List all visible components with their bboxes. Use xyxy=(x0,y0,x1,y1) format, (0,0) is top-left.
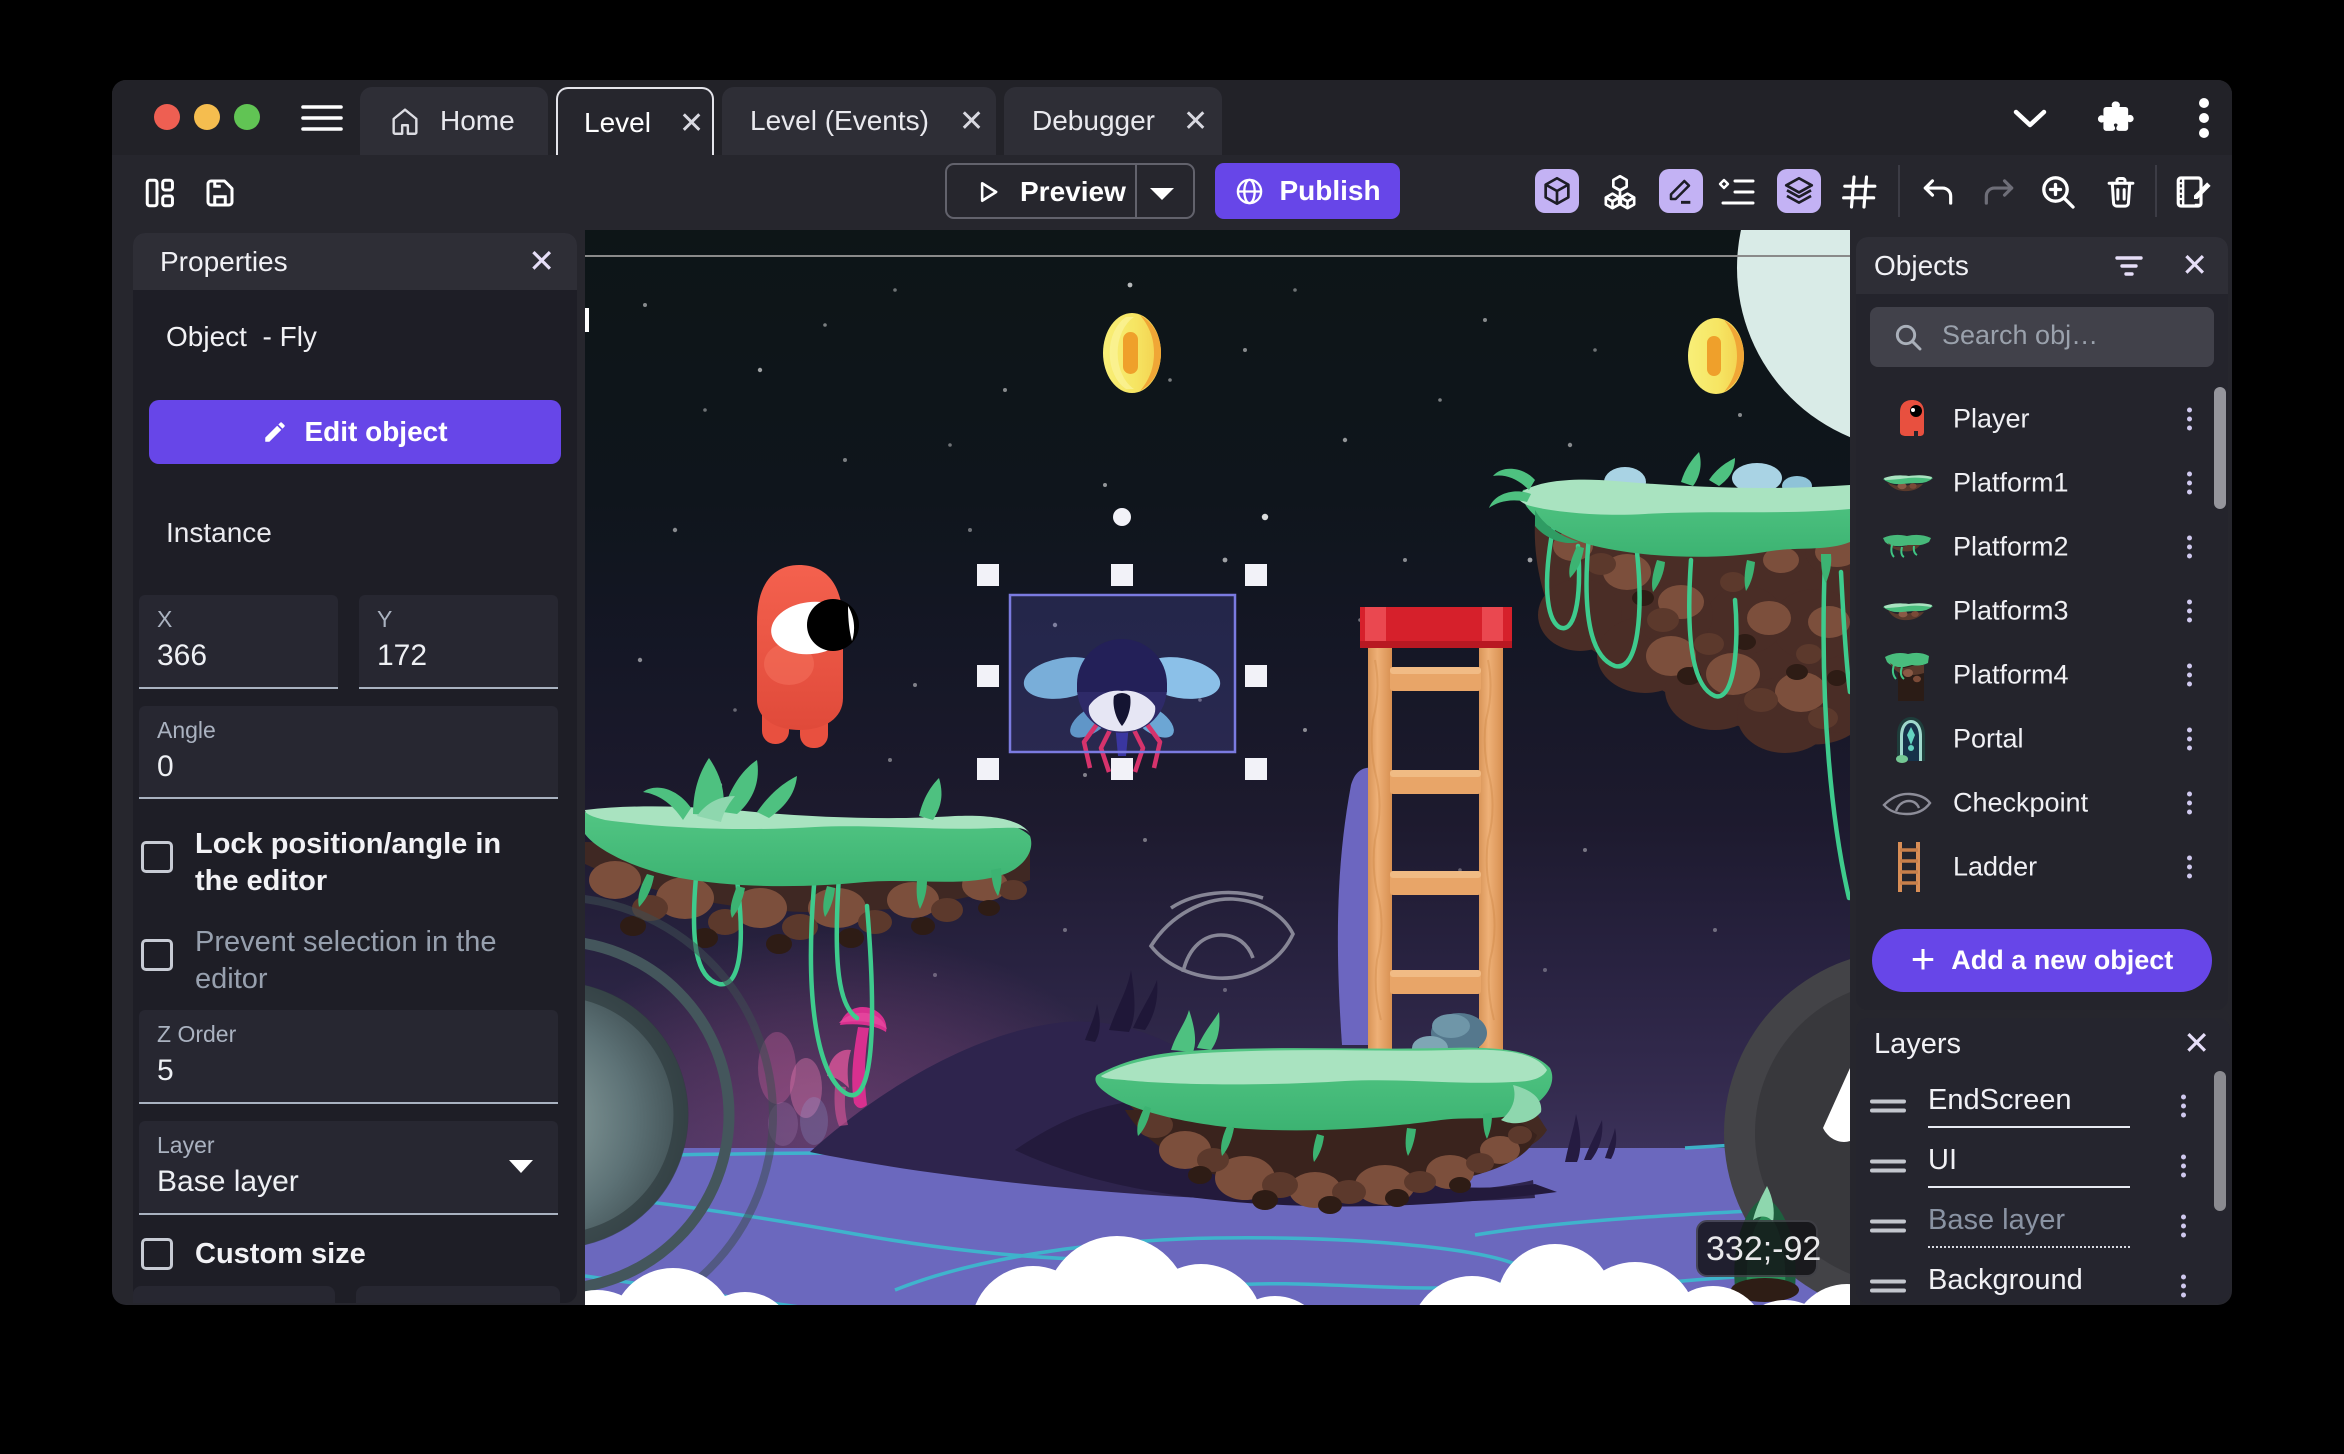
svg-text:332;-92: 332;-92 xyxy=(1706,1230,1821,1268)
